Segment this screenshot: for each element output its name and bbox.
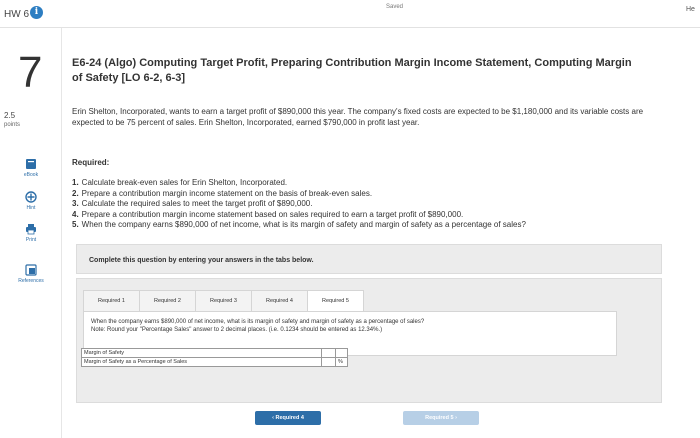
question-number: 7 xyxy=(18,48,43,97)
hint-button[interactable]: Hint xyxy=(6,191,56,211)
required-heading: Required: xyxy=(72,158,110,167)
top-bar: HW 6 i Saved He xyxy=(0,0,700,28)
rounding-note: Note: Round your "Percentage Sales" answ… xyxy=(91,327,383,333)
chevron-right-icon: › xyxy=(455,415,457,421)
tab-bar: Required 1 Required 2 Required 3 Require… xyxy=(83,290,364,312)
ebook-button[interactable]: eBook xyxy=(6,158,56,178)
references-icon xyxy=(25,264,37,276)
table-row: Margin of Safety as a Percentage of Sale… xyxy=(81,357,348,367)
answer-table: Margin of Safety Margin of Safety as a P… xyxy=(81,348,348,367)
tab-required-1[interactable]: Required 1 xyxy=(83,290,140,312)
row-unit xyxy=(335,348,348,358)
margin-of-safety-percent-input[interactable] xyxy=(321,357,336,367)
info-icon[interactable]: i xyxy=(30,6,43,19)
points-value: 2.5 xyxy=(4,111,16,120)
book-icon xyxy=(26,159,36,169)
saved-status: Saved xyxy=(386,4,404,10)
answer-panel: Required 1 Required 2 Required 3 Require… xyxy=(76,278,662,425)
print-icon xyxy=(26,224,36,235)
instructions-banner: Complete this question by entering your … xyxy=(76,244,662,274)
tab-required-2[interactable]: Required 2 xyxy=(139,290,196,312)
question-sidebar: 7 2.5 points eBook Hint Print References xyxy=(0,28,62,438)
references-button[interactable]: References xyxy=(6,264,56,284)
tab-prompt: When the company earns $890,000 of net i… xyxy=(91,318,611,334)
question-title: E6-24 (Algo) Computing Target Profit, Pr… xyxy=(72,57,632,84)
print-label: Print xyxy=(25,237,37,243)
references-label: References xyxy=(18,278,44,284)
required-list: 1. Calculate break-even sales for Erin Sh… xyxy=(72,178,652,231)
question-body: Erin Shelton, Incorporated, wants to ear… xyxy=(72,107,644,127)
prompt-text: When the company earns $890,000 of net i… xyxy=(91,319,425,325)
tab-required-4[interactable]: Required 4 xyxy=(251,290,308,312)
instructions-text: Complete this question by entering your … xyxy=(89,257,314,264)
required-item: 5. When the company earns $890,000 of net… xyxy=(72,220,526,229)
assignment-title: HW 6 xyxy=(4,9,29,20)
next-label: Required 5 xyxy=(425,415,454,421)
required-item: 1. Calculate break-even sales for Erin Sh… xyxy=(72,178,288,187)
margin-of-safety-input[interactable] xyxy=(321,348,336,358)
points-label: points xyxy=(4,122,21,128)
prev-label: Required 4 xyxy=(275,415,304,421)
required-item: 4. Prepare a contribution margin income s… xyxy=(72,209,464,219)
ebook-label: eBook xyxy=(23,172,39,178)
print-button[interactable]: Print xyxy=(6,223,56,243)
hint-icon xyxy=(25,191,37,203)
required-item: 3. Calculate the required sales to meet t… xyxy=(72,199,313,208)
next-required-button[interactable]: Required 5 › xyxy=(403,411,479,425)
row-unit: % xyxy=(335,357,348,367)
required-item: 2. Prepare a contribution margin income s… xyxy=(72,188,373,198)
prev-required-button[interactable]: ‹ Required 4 xyxy=(255,411,321,425)
row-label: Margin of Safety as a Percentage of Sale… xyxy=(81,357,322,367)
tab-required-3[interactable]: Required 3 xyxy=(195,290,252,312)
help-link[interactable]: He xyxy=(686,6,695,13)
tab-required-5[interactable]: Required 5 xyxy=(307,290,364,312)
chevron-left-icon: ‹ xyxy=(272,415,274,421)
row-label: Margin of Safety xyxy=(81,348,322,358)
table-row: Margin of Safety xyxy=(81,348,348,358)
hint-label: Hint xyxy=(26,205,36,211)
